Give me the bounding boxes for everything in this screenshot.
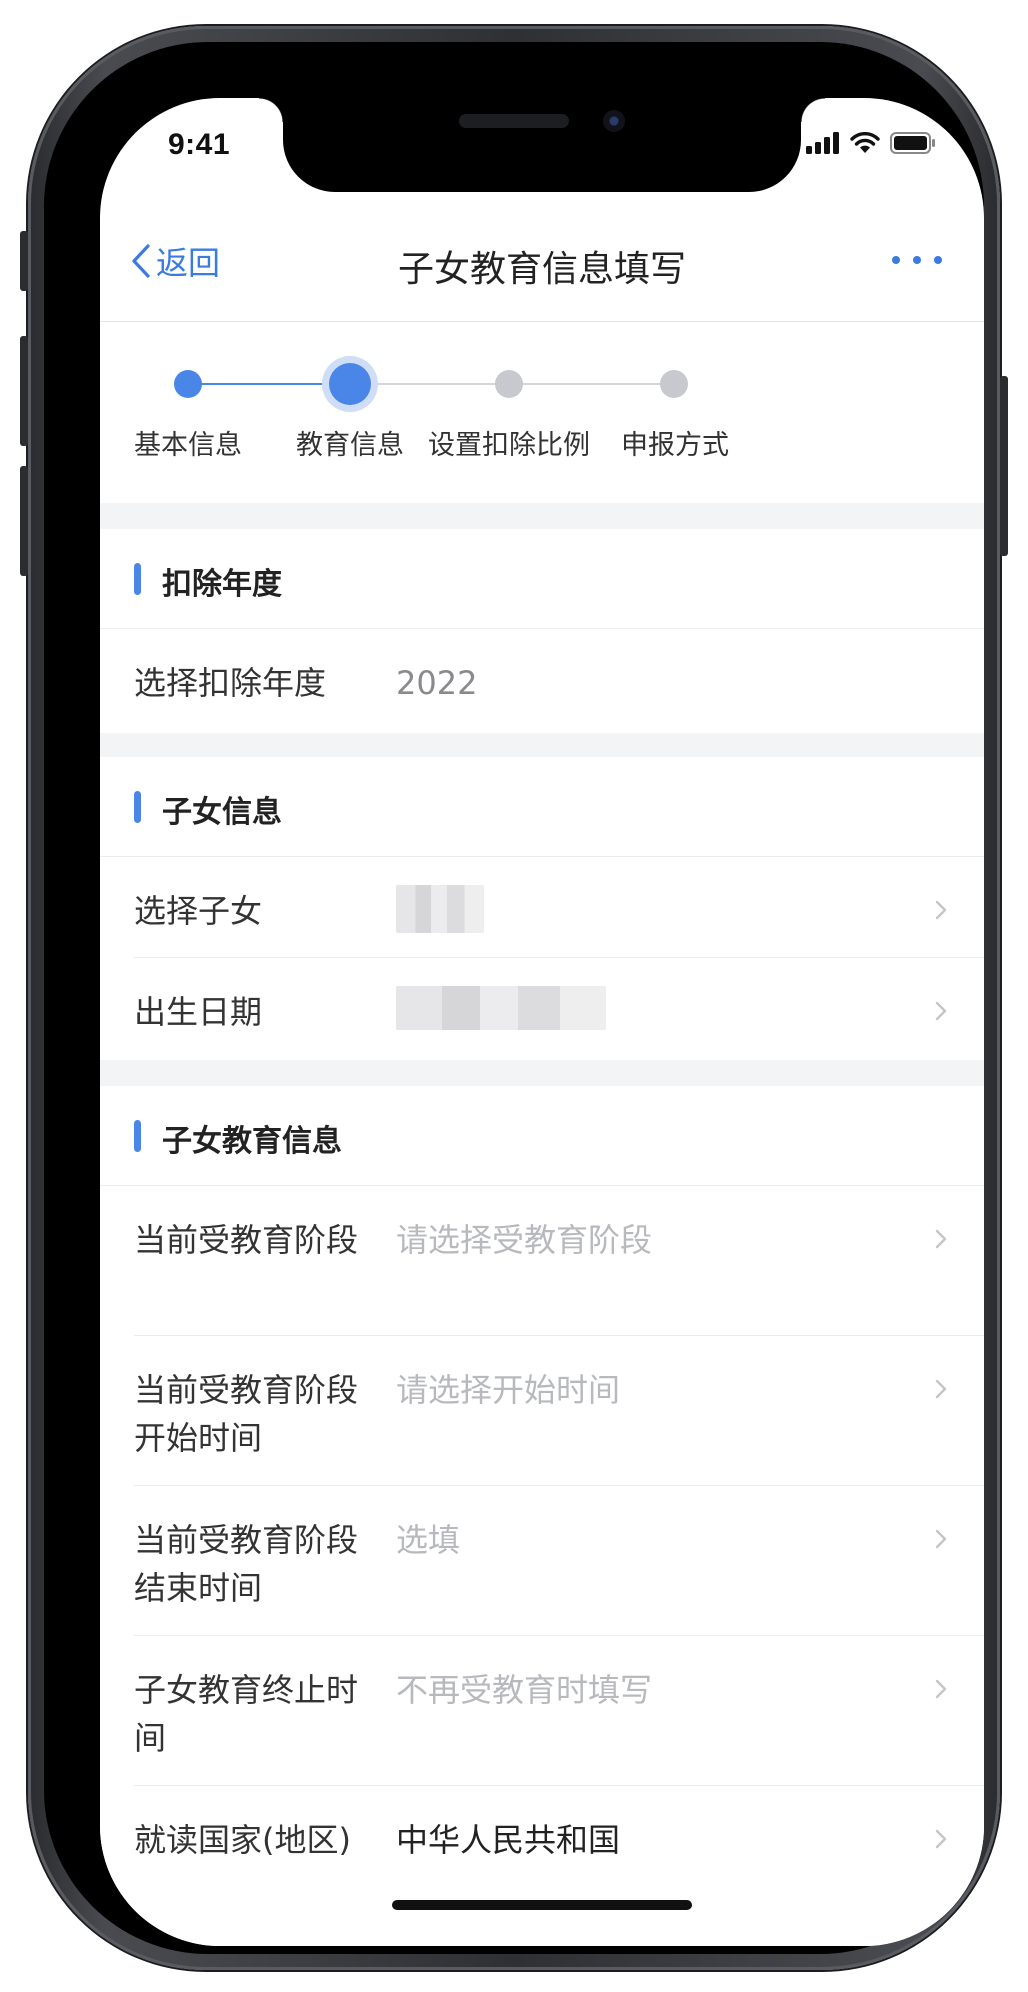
section-gap	[100, 733, 984, 757]
section-gap	[100, 1060, 984, 1086]
row-value: 2022	[396, 664, 478, 702]
section-header-education-info: 子女教育信息	[100, 1086, 984, 1186]
status-time: 9:41	[168, 128, 231, 161]
volume-up-button	[20, 336, 28, 446]
step-dot-filing-method	[660, 370, 688, 398]
row-label: 就读国家(地区)	[134, 1821, 351, 1859]
row-education-stage[interactable]: 当前受教育阶段 请选择受教育阶段	[100, 1186, 984, 1336]
row-select-child[interactable]: 选择子女	[100, 857, 984, 958]
section-gap	[100, 503, 984, 529]
chevron-right-icon	[935, 1529, 947, 1549]
speaker-grille	[459, 114, 569, 128]
row-birth-date[interactable]: 出生日期	[100, 958, 984, 1060]
wifi-icon	[850, 132, 880, 153]
progress-stepper: 基本信息 教育信息 设置扣除比例 申报方式	[100, 323, 984, 503]
row-label: 当前受教育阶段结束时间	[134, 1521, 359, 1607]
section-accent-bar	[134, 563, 141, 595]
redacted-birth-date	[396, 986, 606, 1030]
battery-icon	[890, 132, 935, 154]
section-accent-bar	[134, 1120, 141, 1152]
chevron-right-icon	[935, 1679, 947, 1699]
navigation-bar: 返回 子女教育信息填写	[100, 210, 984, 322]
chevron-right-icon	[935, 1001, 947, 1021]
section-title: 子女信息	[162, 795, 282, 830]
row-stage-end-time[interactable]: 当前受教育阶段结束时间 选填	[100, 1486, 984, 1636]
front-camera	[603, 110, 625, 132]
more-dot-icon	[934, 256, 942, 264]
notch	[259, 98, 825, 192]
cellular-signal-icon	[806, 132, 839, 154]
step-dot-basic-info	[174, 370, 202, 398]
row-label: 选择子女	[134, 892, 263, 930]
row-label: 当前受教育阶段	[134, 1221, 359, 1259]
redacted-child-name	[396, 885, 484, 933]
mute-switch	[20, 231, 28, 291]
chevron-right-icon	[935, 1229, 947, 1249]
study-country-value: 中华人民共和国	[396, 1821, 621, 1859]
more-menu-button[interactable]	[892, 240, 942, 280]
education-stage-input[interactable]: 请选择受教育阶段	[396, 1216, 652, 1264]
home-indicator[interactable]	[392, 1900, 692, 1910]
row-deduction-year[interactable]: 选择扣除年度 2022	[100, 629, 984, 733]
stage-start-time-input[interactable]: 请选择开始时间	[396, 1366, 620, 1414]
status-icons	[806, 132, 936, 154]
more-dot-icon	[892, 256, 900, 264]
row-label: 当前受教育阶段开始时间	[134, 1371, 359, 1457]
step-dot-education-info	[329, 363, 371, 405]
chevron-right-icon	[935, 1829, 947, 1849]
section-title: 扣除年度	[162, 567, 282, 602]
volume-down-button	[20, 466, 28, 576]
section-header-deduction-year: 扣除年度	[100, 529, 984, 629]
section-header-child-info: 子女信息	[100, 757, 984, 857]
chevron-right-icon	[935, 1379, 947, 1399]
row-education-end-time[interactable]: 子女教育终止时间 不再受教育时填写	[100, 1636, 984, 1786]
step-label-filing-method: 申报方式	[621, 430, 729, 461]
step-connector-done	[188, 383, 350, 385]
row-study-country[interactable]: 就读国家(地区) 中华人民共和国	[100, 1786, 984, 1946]
step-dot-deduction-ratio	[495, 370, 523, 398]
chevron-right-icon	[935, 900, 947, 920]
power-button	[1000, 376, 1008, 556]
stage-end-time-input[interactable]: 选填	[396, 1516, 460, 1564]
more-dot-icon	[913, 256, 921, 264]
section-title: 子女教育信息	[162, 1124, 342, 1159]
section-accent-bar	[134, 791, 141, 823]
row-stage-start-time[interactable]: 当前受教育阶段开始时间 请选择开始时间	[100, 1336, 984, 1486]
education-end-time-input[interactable]: 不再受教育时填写	[396, 1666, 652, 1714]
page-title: 子女教育信息填写	[397, 249, 686, 290]
row-label: 出生日期	[134, 993, 263, 1031]
row-label: 选择扣除年度	[134, 664, 327, 702]
row-label: 子女教育终止时间	[134, 1671, 359, 1757]
phone-frame: 9:41 返回 子女教育信息填写 基本信息 教育信息 设置扣除比例 申报方式 扣…	[20, 26, 1008, 1970]
screen: 9:41 返回 子女教育信息填写 基本信息 教育信息 设置扣除比例 申报方式 扣…	[100, 98, 984, 1946]
